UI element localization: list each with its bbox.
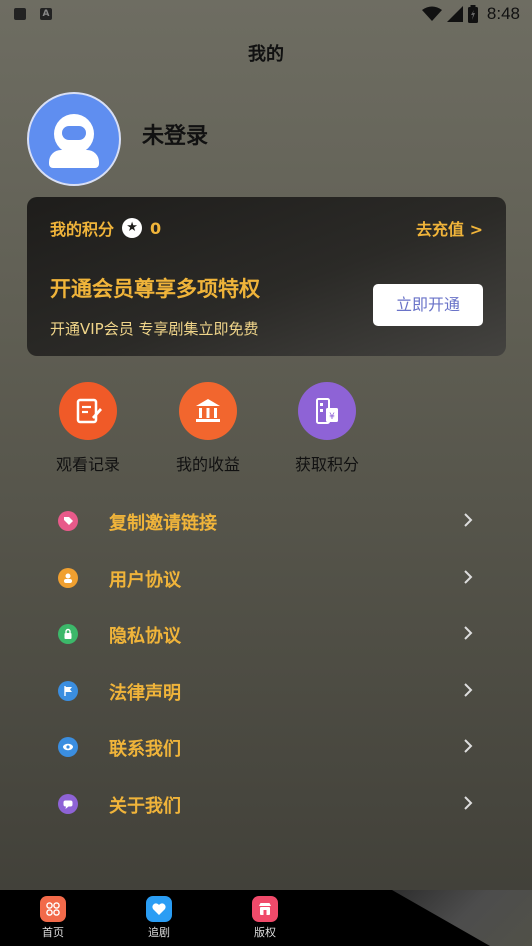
menu-item-label: 法律声明: [109, 682, 181, 704]
star-icon: ★: [122, 218, 143, 238]
vip-card: 我的积分 ★ 0 去充值 > 开通会员尊享多项特权 开通VIP会员 专享剧集立即…: [27, 197, 506, 356]
menu-item-label: 复制邀请链接: [109, 513, 217, 534]
vip-title: 开通会员尊享多项特权: [50, 277, 260, 301]
note-edit-icon: [59, 382, 117, 440]
status-indicators: 8:48: [421, 4, 520, 24]
menu-item-copy-invite-link[interactable]: 复制邀请链接: [0, 490, 532, 547]
avatar-visor: [62, 126, 86, 140]
signal-icon: [446, 6, 463, 22]
recharge-link[interactable]: 去充值 >: [416, 216, 483, 240]
points-label: 我的积分: [50, 220, 115, 239]
flag-icon: [58, 680, 78, 701]
page-title: 我的: [248, 44, 284, 65]
bottom-tab-bar: 首页 追剧 版权: [0, 890, 532, 946]
menu-item-privacy-agreement[interactable]: 隐私协议: [0, 603, 532, 660]
menu-item-about-us[interactable]: 关于我们: [0, 773, 532, 830]
battery-icon: [467, 5, 478, 23]
open-vip-button[interactable]: 立即开通: [373, 284, 483, 326]
quick-action-get-points[interactable]: ¥ 获取积分: [287, 382, 367, 475]
vip-subtitle: 开通VIP会员 专享剧集立即免费: [50, 320, 259, 338]
contact-eye-icon: [58, 737, 78, 758]
home-grid-icon: [40, 896, 66, 922]
chevron-right-icon: [464, 569, 473, 584]
tab-label: 版权: [254, 926, 276, 939]
bank-icon: [179, 382, 237, 440]
about-chat-icon: [58, 793, 78, 814]
quick-action-label: 获取积分: [294, 455, 359, 474]
avatar-body: [49, 150, 99, 168]
menu-item-label: 联系我们: [109, 739, 181, 761]
quick-action-label: 观看记录: [55, 455, 120, 474]
user-agreement-icon: [58, 567, 78, 588]
tabbar-decoration: [392, 890, 532, 946]
quick-action-watch-history[interactable]: 观看记录: [48, 382, 128, 475]
menu-item-user-agreement[interactable]: 用户协议: [0, 547, 532, 604]
menu-item-contact-us[interactable]: 联系我们: [0, 716, 532, 773]
chevron-right-icon: [464, 683, 473, 697]
tab-label: 首页: [42, 926, 64, 939]
tab-label: 追剧: [148, 926, 170, 939]
quick-action-label: 我的收益: [175, 455, 240, 474]
tab-follow[interactable]: 追剧: [129, 896, 189, 940]
chevron-right-icon: [464, 626, 473, 640]
settings-menu: 复制邀请链接 用户协议 隐私协议 法律声明 联系我们 关于我们: [0, 490, 532, 830]
notification-a-icon: A: [40, 8, 52, 20]
points-ticket-icon: ¥: [298, 382, 356, 440]
status-bar: A 8:48: [0, 0, 532, 30]
store-icon: [252, 896, 278, 922]
menu-item-label: 隐私协议: [109, 626, 181, 648]
chevron-right-icon: [464, 513, 473, 527]
menu-item-label: 关于我们: [109, 795, 181, 817]
status-time: 8:48: [486, 4, 520, 23]
status-notifications: A: [14, 8, 52, 20]
svg-text:¥: ¥: [329, 412, 335, 422]
wifi-icon: [421, 6, 442, 21]
quick-action-my-earnings[interactable]: 我的收益: [168, 382, 248, 475]
points-row: 我的积分 ★ 0: [50, 216, 161, 240]
points-value: 0: [150, 218, 162, 238]
tab-home[interactable]: 首页: [23, 896, 83, 940]
heart-icon: [146, 896, 172, 922]
tab-copyright[interactable]: 版权: [235, 896, 295, 940]
chevron-right-icon: [464, 796, 473, 810]
notification-icon: [14, 8, 26, 20]
link-tag-icon: [58, 511, 78, 531]
login-status[interactable]: 未登录: [142, 118, 208, 150]
privacy-lock-icon: [58, 624, 78, 645]
menu-item-legal-statement[interactable]: 法律声明: [0, 660, 532, 717]
menu-item-label: 用户协议: [109, 569, 181, 591]
avatar[interactable]: [27, 92, 121, 186]
chevron-right-icon: [464, 739, 473, 754]
